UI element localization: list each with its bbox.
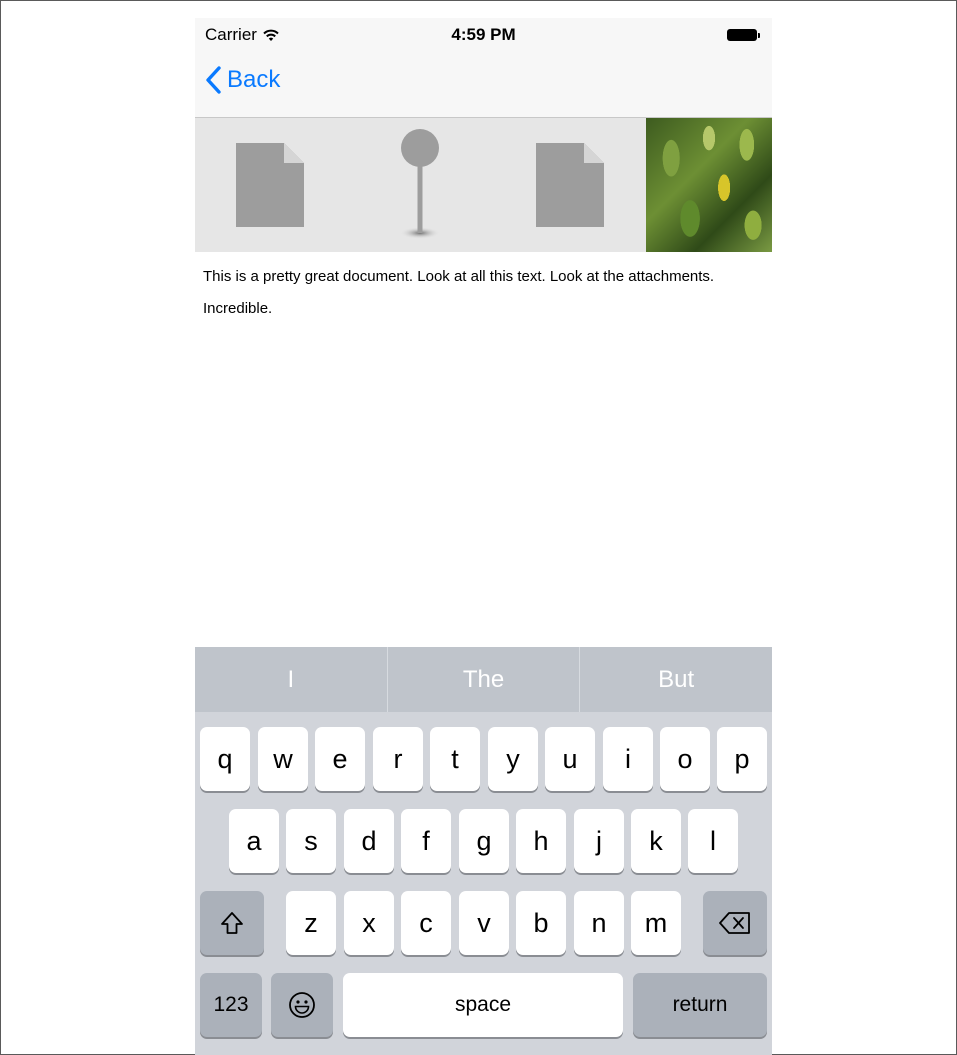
- document-text-view[interactable]: This is a pretty great document. Look at…: [203, 269, 748, 333]
- battery-icon: [727, 29, 760, 41]
- chevron-left-icon: [206, 66, 221, 94]
- back-button[interactable]: Back: [205, 66, 280, 94]
- suggestion-item[interactable]: But: [580, 647, 772, 712]
- emoji-icon: [289, 992, 315, 1018]
- document-icon: [536, 143, 604, 227]
- key-f[interactable]: f: [401, 809, 451, 873]
- key-u[interactable]: u: [545, 727, 595, 791]
- key-s[interactable]: s: [286, 809, 336, 873]
- document-icon: [236, 143, 304, 227]
- key-g[interactable]: g: [459, 809, 509, 873]
- keyboard: I The But q w e r t y u i o p a s d f g …: [195, 647, 772, 1055]
- key-b[interactable]: b: [516, 891, 566, 955]
- key-t[interactable]: t: [430, 727, 480, 791]
- key-m[interactable]: m: [631, 891, 681, 955]
- suggestion-item[interactable]: I: [195, 647, 387, 712]
- return-key[interactable]: return: [633, 973, 767, 1037]
- shift-icon: [221, 912, 243, 934]
- suggestion-bar: I The But: [195, 647, 772, 712]
- space-key[interactable]: space: [343, 973, 623, 1037]
- key-w[interactable]: w: [258, 727, 308, 791]
- delete-key[interactable]: [703, 891, 767, 955]
- emoji-key[interactable]: [271, 973, 333, 1037]
- document-attachment-1[interactable]: [195, 118, 345, 252]
- shift-key[interactable]: [200, 891, 264, 955]
- key-o[interactable]: o: [660, 727, 710, 791]
- key-h[interactable]: h: [516, 809, 566, 873]
- key-q[interactable]: q: [200, 727, 250, 791]
- key-p[interactable]: p: [717, 727, 767, 791]
- key-j[interactable]: j: [574, 809, 624, 873]
- phone-screen: Carrier 4:59 PM Back This is a pretty gr…: [195, 18, 772, 1055]
- suggestion-item[interactable]: The: [388, 647, 580, 712]
- key-y[interactable]: y: [488, 727, 538, 791]
- numbers-key[interactable]: 123: [200, 973, 262, 1037]
- key-k[interactable]: k: [631, 809, 681, 873]
- key-l[interactable]: l: [688, 809, 738, 873]
- key-e[interactable]: e: [315, 727, 365, 791]
- status-time: 4:59 PM: [451, 25, 516, 44]
- map-pin-icon: [400, 129, 440, 239]
- backspace-icon: [719, 912, 750, 934]
- back-label: Back: [227, 66, 281, 93]
- document-attachment-2[interactable]: [495, 118, 645, 252]
- key-n[interactable]: n: [574, 891, 624, 955]
- key-a[interactable]: a: [229, 809, 279, 873]
- key-z[interactable]: z: [286, 891, 336, 955]
- attachments-strip: [195, 118, 772, 252]
- key-x[interactable]: x: [344, 891, 394, 955]
- key-d[interactable]: d: [344, 809, 394, 873]
- key-r[interactable]: r: [373, 727, 423, 791]
- key-c[interactable]: c: [401, 891, 451, 955]
- document-paragraph: Incredible.: [203, 300, 273, 317]
- status-bar: Carrier 4:59 PM: [195, 18, 772, 52]
- key-v[interactable]: v: [459, 891, 509, 955]
- document-paragraph: This is a pretty great document. Look at…: [203, 268, 715, 285]
- navigation-bar: Back: [195, 52, 772, 118]
- key-i[interactable]: i: [603, 727, 653, 791]
- leaf-photo-attachment[interactable]: [646, 118, 772, 252]
- map-pin-attachment[interactable]: [345, 118, 495, 252]
